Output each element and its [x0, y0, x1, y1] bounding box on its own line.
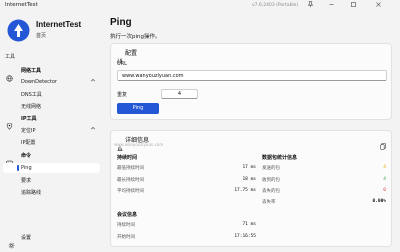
sidebar-item-trace-route[interactable]: 追踪路线 [3, 187, 100, 197]
sidebar-item-settings[interactable]: 设置 [3, 232, 100, 249]
packets-title: 数据包统计信息 [262, 155, 298, 161]
latency-row-value: 18 ms [242, 177, 256, 182]
sidebar-item-dns-tools[interactable]: DNS工具 [3, 89, 100, 99]
pin-icon[interactable] [305, 1, 315, 11]
settings-label: 设置 [21, 235, 32, 241]
count-input[interactable]: 4 [161, 89, 198, 99]
sidebar-item-label: 无线网络 [21, 104, 42, 110]
globe-icon [6, 67, 13, 82]
session-row-label: 持续时间 [117, 223, 135, 228]
sidebar-group-label: 命令 [21, 153, 32, 159]
session-duration-value: 71 ms [242, 222, 256, 227]
app-subtitle: 首页 [36, 33, 47, 39]
config-card: 配置 URL www.wanyouziyuan.com 重复 4 Ping [110, 43, 392, 120]
session-start-value: 17:16:55 [234, 234, 256, 239]
chevron-up-icon [90, 68, 96, 81]
latency-row-value: 17.75 ms [234, 188, 256, 193]
sidebar-item-locate-ip[interactable]: 定位IP [3, 125, 100, 135]
sidebar-group-label: 网络工具 [21, 68, 42, 74]
packets-row-label: 丢失的包 [262, 189, 280, 194]
version-label: v7.6.2403 (Portable) [252, 2, 299, 8]
section-label-tools: 工具 [5, 54, 16, 60]
ip-icon [6, 115, 13, 130]
sidebar-item-label: DNS工具 [21, 92, 42, 98]
config-icon [117, 49, 123, 64]
command-icon [6, 152, 13, 167]
page-title: Ping [110, 17, 132, 28]
packets-lost-value: 0 [383, 188, 386, 193]
ping-button[interactable]: Ping [117, 103, 159, 114]
window-title: InternetTest [5, 2, 38, 8]
sidebar-group-network-tools[interactable]: 网络工具 [3, 65, 100, 82]
sidebar-item-label: DownDetector [21, 79, 57, 85]
url-input[interactable]: www.wanyouziyuan.com [117, 70, 387, 81]
sidebar-group-label: IP工具 [21, 116, 37, 122]
sidebar-item-label: 追踪路线 [21, 190, 42, 196]
latency-row-label: 平均持续时间 [117, 189, 144, 194]
packets-loss-rate-value: 0.00% [372, 199, 386, 204]
app-name: InternetTest [36, 20, 82, 29]
sidebar-item-label: 要求 [21, 178, 32, 184]
sidebar-item-downdetector[interactable]: DownDetector [3, 77, 100, 87]
session-row-label: 开始时间 [117, 235, 135, 240]
packets-row-label: 丢失率 [262, 200, 276, 205]
title-bar: InternetTest v7.6.2403 (Portable) [0, 0, 400, 12]
session-title: 会议信息 [117, 212, 138, 218]
gear-icon [8, 234, 15, 249]
maximize-button[interactable] [348, 1, 358, 11]
page-description: 执行一次ping操作。 [110, 34, 161, 40]
sidebar-group-ip-tools[interactable]: IP工具 [3, 113, 100, 130]
sidebar-item-label: IP配置 [21, 140, 36, 146]
chevron-up-icon [90, 116, 96, 129]
close-button[interactable] [373, 1, 383, 11]
latency-row-label: 最低持续时间 [117, 166, 144, 171]
config-title: 配置 [125, 50, 138, 57]
sidebar-item-ping[interactable]: Ping [3, 163, 100, 173]
chevron-up-icon [90, 153, 96, 166]
latency-title: 持续时间 [117, 155, 138, 161]
packets-sent-value: 4 [383, 165, 386, 170]
sidebar-item-ip-config[interactable]: IP配置 [3, 137, 100, 147]
latency-row-value: 17 ms [242, 165, 256, 170]
latency-row-label: 最长持续时间 [117, 178, 144, 183]
sidebar-item-wifi[interactable]: 无线网络 [3, 101, 100, 111]
packets-row-label: 收到的包 [262, 178, 280, 183]
sidebar-group-commands[interactable]: 命令 [3, 150, 100, 167]
minimize-button[interactable] [326, 1, 336, 11]
watermark-text: www.wanyouziyuan.com [114, 142, 164, 147]
copy-icon[interactable] [380, 135, 386, 150]
app-logo [6, 18, 31, 43]
count-label: 重复 [117, 92, 128, 98]
packets-received-value: 4 [383, 177, 386, 182]
sidebar-item-label: Ping [21, 165, 32, 171]
details-card: 详细信息 www.wanyouziyuan.com 持续时间 最低持续时间 17… [110, 130, 392, 247]
packets-row-label: 发送的包 [262, 166, 280, 171]
sidebar-item-request[interactable]: 要求 [3, 175, 100, 185]
sidebar-item-label: 定位IP [21, 128, 36, 134]
url-label: URL [117, 61, 127, 67]
